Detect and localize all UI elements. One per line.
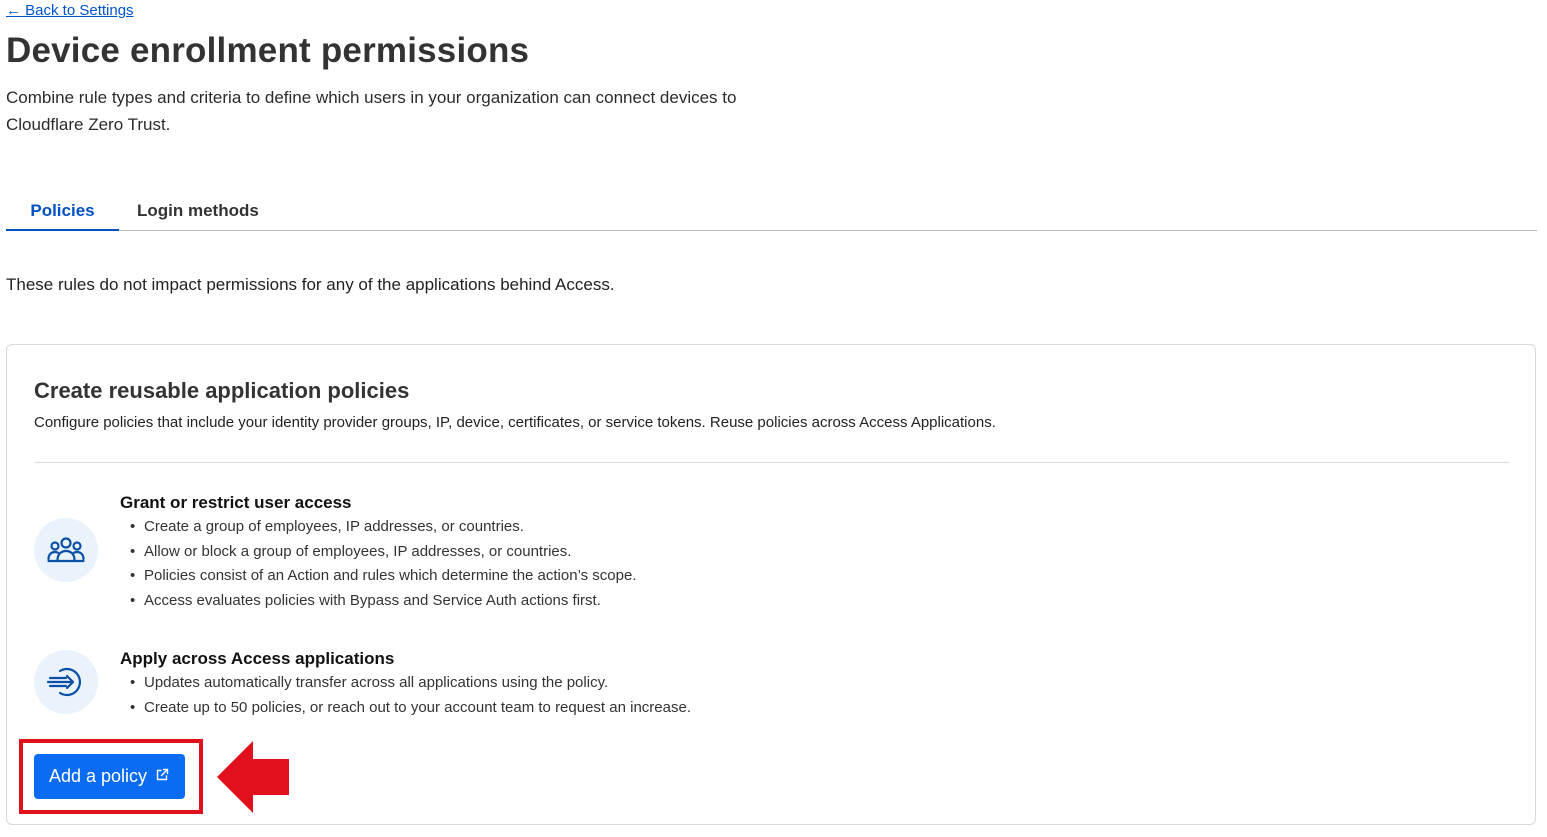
page-title: Device enrollment permissions xyxy=(6,31,530,70)
list-item: • Access evaluates policies with Bypass a… xyxy=(120,589,637,614)
red-arrow-icon xyxy=(217,741,289,813)
page-description: Combine rule types and criteria to defin… xyxy=(6,88,737,134)
access-notice: These rules do not impact permissions fo… xyxy=(6,275,615,294)
page: ← Back to Settings Device enrollment per… xyxy=(0,0,1547,837)
users-group-icon xyxy=(34,518,98,582)
feature-list: • Create a group of employees, IP address… xyxy=(120,515,637,613)
apply-arrow-icon xyxy=(34,650,98,714)
bullet-icon: • xyxy=(130,698,136,716)
list-item: • Allow or block a group of employees, IP… xyxy=(120,540,637,565)
bullet-icon: • xyxy=(130,518,136,535)
card-description: Configure policies that include your ide… xyxy=(34,414,996,431)
list-item-text: Access evaluates policies with Bypass an… xyxy=(144,591,601,609)
list-item-text: Policies consist of an Action and rules … xyxy=(144,567,637,584)
tab-bar: Policies Login methods xyxy=(6,193,1537,231)
feature-title: Apply across Access applications xyxy=(120,649,395,668)
bullet-icon: • xyxy=(130,567,136,584)
list-item: • Create up to 50 policies, or reach out … xyxy=(120,696,691,721)
tab-policies[interactable]: Policies xyxy=(6,193,119,231)
feature-list: • Updates automatically transfer across a… xyxy=(120,671,691,720)
list-item-text: Create a group of employees, IP addresse… xyxy=(144,518,524,535)
feature-title: Grant or restrict user access xyxy=(120,493,352,512)
list-item-text: Updates automatically transfer across al… xyxy=(144,674,609,691)
card-divider xyxy=(34,462,1510,463)
list-item: • Policies consist of an Action and rules… xyxy=(120,564,637,589)
list-item-text: Allow or block a group of employees, IP … xyxy=(144,542,572,560)
card-title: Create reusable application policies xyxy=(34,378,410,403)
bullet-icon: • xyxy=(130,674,136,691)
list-item: • Updates automatically transfer across a… xyxy=(120,671,691,696)
highlight-box xyxy=(19,739,203,814)
list-item: • Create a group of employees, IP address… xyxy=(120,515,637,540)
list-item-text: Create up to 50 policies, or reach out t… xyxy=(144,698,691,716)
tab-login-methods[interactable]: Login methods xyxy=(137,193,259,230)
back-to-settings-link[interactable]: ← Back to Settings xyxy=(6,2,134,19)
bullet-icon: • xyxy=(130,542,136,560)
bullet-icon: • xyxy=(130,591,136,609)
